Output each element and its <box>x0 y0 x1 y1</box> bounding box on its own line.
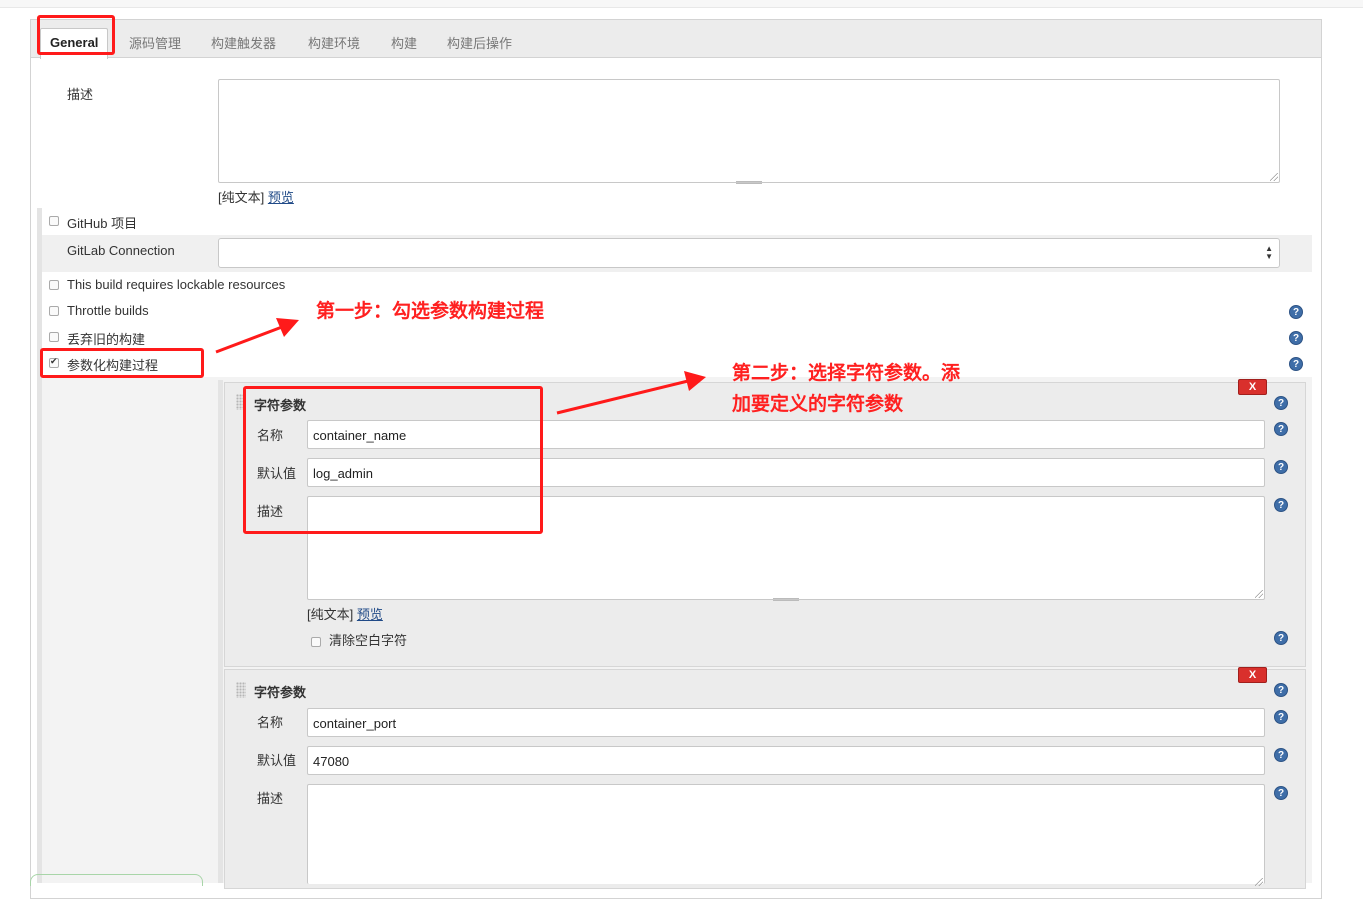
trim-whitespace-label: 清除空白字符 <box>329 633 408 648</box>
description-textarea[interactable] <box>218 79 1280 184</box>
annotation-step1-text: 第一步：勾选参数构建过程 <box>316 300 545 322</box>
trim-whitespace-checkbox[interactable] <box>311 637 321 647</box>
tab-bar: General 源码管理 构建触发器 构建环境 构建 构建后操作 <box>31 20 1321 59</box>
help-icon[interactable]: ? <box>1289 357 1303 371</box>
tab-build-triggers[interactable]: 构建触发器 <box>211 33 276 52</box>
gitlab-connection-label: GitLab Connection <box>67 243 175 258</box>
throttle-label: Throttle builds <box>67 303 149 318</box>
delete-parameter-button[interactable]: X <box>1238 379 1267 395</box>
lockable-checkbox[interactable] <box>49 280 59 290</box>
help-icon[interactable]: ? <box>1274 422 1288 436</box>
resize-corner[interactable] <box>1270 173 1278 181</box>
parameter-name-input[interactable]: container_port <box>307 708 1265 737</box>
description-label: 描述 <box>67 87 94 102</box>
help-icon[interactable]: ? <box>1274 683 1288 697</box>
help-icon[interactable]: ? <box>1274 498 1288 512</box>
help-icon[interactable]: ? <box>1274 396 1288 410</box>
github-project-label: GitHub 项目 <box>67 216 138 231</box>
annotation-box-parameterized <box>40 348 204 378</box>
parameter-description-format: [纯文本] 预览 <box>307 604 383 623</box>
github-project-checkbox[interactable] <box>49 216 59 226</box>
tab-build-environment[interactable]: 构建环境 <box>308 33 360 52</box>
description-format: [纯文本] 预览 <box>218 187 294 206</box>
help-icon[interactable]: ? <box>1274 748 1288 762</box>
bottom-floating-bar <box>30 874 203 886</box>
annotation-step2-text-line1: 第二步：选择字符参数。添 <box>732 362 961 384</box>
help-icon[interactable]: ? <box>1274 786 1288 800</box>
drag-handle-icon[interactable] <box>236 682 246 698</box>
help-icon[interactable]: ? <box>1289 331 1303 345</box>
select-arrows-icon: ▲ ▼ <box>1265 244 1273 261</box>
resize-corner[interactable] <box>1255 590 1263 598</box>
annotation-step2-text-line2: 加要定义的字符参数 <box>732 393 904 415</box>
annotation-box-general-tab <box>37 15 115 55</box>
help-icon[interactable]: ? <box>1274 460 1288 474</box>
preview-link[interactable]: 预览 <box>357 607 383 622</box>
help-icon[interactable]: ? <box>1274 710 1288 724</box>
tab-source-management[interactable]: 源码管理 <box>129 33 181 52</box>
resize-grip[interactable] <box>736 181 762 184</box>
parameter-description-label: 描述 <box>257 791 284 806</box>
plain-text-label: [纯文本] <box>307 607 354 622</box>
throttle-checkbox[interactable] <box>49 306 59 316</box>
help-icon[interactable]: ? <box>1274 631 1288 645</box>
top-bar <box>0 0 1363 8</box>
preview-link[interactable]: 预览 <box>268 190 294 205</box>
tab-post-build[interactable]: 构建后操作 <box>447 33 512 52</box>
tab-build[interactable]: 构建 <box>391 33 417 52</box>
delete-parameter-button[interactable]: X <box>1238 667 1267 683</box>
resize-grip[interactable] <box>773 598 799 601</box>
parameter-type-label: 字符参数 <box>254 685 307 700</box>
parameter-default-label: 默认值 <box>257 753 297 768</box>
plain-text-label: [纯文本] <box>218 190 265 205</box>
parameter-default-input[interactable]: 47080 <box>307 746 1265 775</box>
parameters-left-bar <box>218 380 223 883</box>
discard-old-label: 丢弃旧的构建 <box>67 332 146 347</box>
lockable-label: This build requires lockable resources <box>67 277 286 292</box>
help-icon[interactable]: ? <box>1289 305 1303 319</box>
annotation-box-string-parameter <box>243 386 543 534</box>
discard-old-checkbox[interactable] <box>49 332 59 342</box>
gitlab-connection-select[interactable]: ▲ ▼ <box>218 238 1280 268</box>
parameter-description-textarea[interactable] <box>307 784 1265 886</box>
parameter-name-label: 名称 <box>257 715 284 730</box>
resize-corner[interactable] <box>1255 878 1263 886</box>
